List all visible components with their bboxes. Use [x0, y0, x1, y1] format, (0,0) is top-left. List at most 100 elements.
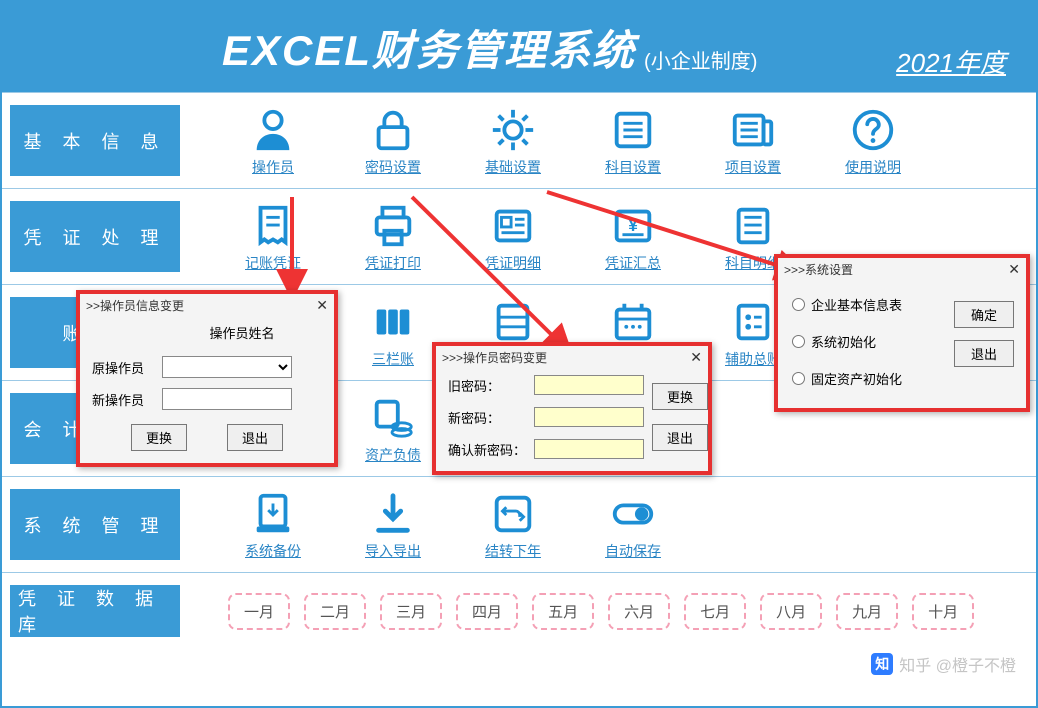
app-subtitle: (小企业制度)	[644, 45, 757, 74]
dialog-password-change: >>>操作员密码变更 ✕ 旧密码： 更换 退出 新密码： 确认新密码：	[432, 342, 712, 475]
item-label: 操作员	[252, 157, 294, 177]
dialog3-opt1[interactable]: 企业基本信息表	[792, 295, 944, 314]
dialog1-input-new[interactable]	[162, 388, 292, 410]
item-label: 使用说明	[845, 157, 901, 177]
month-1[interactable]: 一月	[228, 593, 290, 630]
watermark: 知 知乎 @橙子不橙	[871, 652, 1016, 676]
svg-text:¥: ¥	[628, 214, 638, 234]
item-password[interactable]: 密码设置	[348, 105, 438, 177]
item-project-settings[interactable]: 项目设置	[708, 105, 798, 177]
app-header: EXCEL财务管理系统 (小企业制度) 2021年度	[2, 2, 1036, 92]
item-label: 记账凭证	[245, 253, 301, 273]
item-voucher-entry[interactable]: 记账凭证	[228, 201, 318, 273]
detail-icon	[486, 201, 540, 251]
item-basic-settings[interactable]: 基础设置	[468, 105, 558, 177]
item-label: 基础设置	[485, 157, 541, 177]
month-5[interactable]: 五月	[532, 593, 594, 630]
month-6[interactable]: 六月	[608, 593, 670, 630]
dialog2-input-confirm[interactable]	[534, 439, 644, 459]
gear-icon	[486, 105, 540, 155]
dialog1-label-old: 原操作员	[92, 358, 162, 377]
dialog2-btn-change[interactable]: 更换	[652, 383, 708, 410]
item-import-export[interactable]: 导入导出	[348, 489, 438, 561]
dialog3-opt2[interactable]: 系统初始化	[792, 332, 944, 351]
icons-system: 系统备份 导入导出 结转下年 自动保存	[188, 477, 1036, 572]
item-help[interactable]: 使用说明	[828, 105, 918, 177]
dialog3-btn-ok[interactable]: 确定	[954, 301, 1014, 328]
dialog1-select-old[interactable]	[162, 356, 292, 378]
dialog3-opt3[interactable]: 固定资产初始化	[792, 369, 944, 388]
dialog-operator-change: >>操作员信息变更 ✕ 操作员姓名 原操作员 新操作员 更换 退出	[76, 290, 338, 467]
month-10[interactable]: 十月	[912, 593, 974, 630]
dialog2-label-confirm: 确认新密码：	[448, 440, 528, 459]
item-backup[interactable]: 系统备份	[228, 489, 318, 561]
item-label: 科目明细	[725, 253, 781, 273]
item-label: 科目设置	[605, 157, 661, 177]
dialog1-close[interactable]: ✕	[316, 297, 328, 314]
dialog1-btn-exit[interactable]: 退出	[227, 424, 283, 451]
dialog3-btn-exit[interactable]: 退出	[954, 340, 1014, 367]
item-label: 辅助总账	[725, 349, 781, 369]
person-icon	[246, 105, 300, 155]
section-label-system: 系 统 管 理	[10, 489, 180, 560]
app-title: EXCEL财务管理系统	[222, 17, 636, 78]
item-label: 系统备份	[245, 541, 301, 561]
dialog1-btn-change[interactable]: 更换	[131, 424, 187, 451]
item-label: 凭证明细	[485, 253, 541, 273]
section-label-database: 凭 证 数 据 库	[10, 585, 180, 637]
dialog1-label-new: 新操作员	[92, 390, 162, 409]
row-basic-info: 基 本 信 息 操作员 密码设置 基础设置 科目设置 项目设置	[2, 92, 1036, 188]
dialog2-input-old[interactable]	[534, 375, 644, 395]
month-8[interactable]: 八月	[760, 593, 822, 630]
toggle-icon	[606, 489, 660, 539]
dialog2-title: >>>操作员密码变更	[442, 349, 547, 366]
item-assets[interactable]: 资产负债	[348, 393, 438, 465]
section-label-voucher: 凭 证 处 理	[10, 201, 180, 272]
subject-detail-icon	[726, 201, 780, 251]
icons-basic: 操作员 密码设置 基础设置 科目设置 项目设置 使用说明	[188, 93, 1036, 188]
summary-icon: ¥	[606, 201, 660, 251]
month-3[interactable]: 三月	[380, 593, 442, 630]
zhihu-icon: 知	[871, 653, 893, 675]
item-label: 项目设置	[725, 157, 781, 177]
printer-icon	[366, 201, 420, 251]
dialog2-label-old: 旧密码：	[448, 376, 528, 395]
import-icon	[366, 489, 420, 539]
item-subject-settings[interactable]: 科目设置	[588, 105, 678, 177]
item-label: 凭证打印	[365, 253, 421, 273]
item-label: 三栏账	[372, 349, 414, 369]
app-year: 2021年度	[896, 43, 1006, 80]
dialog2-input-new[interactable]	[534, 407, 644, 427]
backup-icon	[246, 489, 300, 539]
dialog2-label-new: 新密码：	[448, 408, 528, 427]
item-carryover[interactable]: 结转下年	[468, 489, 558, 561]
calendar-icon	[606, 297, 660, 347]
row-system: 系 统 管 理 系统备份 导入导出 结转下年 自动保存	[2, 476, 1036, 572]
item-operator[interactable]: 操作员	[228, 105, 318, 177]
month-9[interactable]: 九月	[836, 593, 898, 630]
item-voucher-summary[interactable]: ¥ 凭证汇总	[588, 201, 678, 273]
item-three-col-2[interactable]: 三栏账	[348, 297, 438, 369]
months-area: 一月 二月 三月 四月 五月 六月 七月 八月 九月 十月	[188, 573, 1036, 649]
news-icon	[726, 105, 780, 155]
item-label: 凭证汇总	[605, 253, 661, 273]
dialog2-btn-exit[interactable]: 退出	[652, 424, 708, 451]
item-voucher-detail[interactable]: 凭证明细	[468, 201, 558, 273]
carry-icon	[486, 489, 540, 539]
dialog3-close[interactable]: ✕	[1008, 261, 1020, 278]
dialog1-title: >>操作员信息变更	[86, 297, 184, 314]
item-label: 导入导出	[365, 541, 421, 561]
item-label: 资产负债	[365, 445, 421, 465]
month-2[interactable]: 二月	[304, 593, 366, 630]
item-label: 密码设置	[365, 157, 421, 177]
coins-icon	[366, 393, 420, 443]
dialog2-close[interactable]: ✕	[690, 349, 702, 366]
month-4[interactable]: 四月	[456, 593, 518, 630]
item-voucher-print[interactable]: 凭证打印	[348, 201, 438, 273]
item-autosave[interactable]: 自动保存	[588, 489, 678, 561]
lock-icon	[366, 105, 420, 155]
dialog1-header: 操作员姓名	[162, 323, 322, 342]
section-label-basic: 基 本 信 息	[10, 105, 180, 176]
receipt-icon	[246, 201, 300, 251]
month-7[interactable]: 七月	[684, 593, 746, 630]
